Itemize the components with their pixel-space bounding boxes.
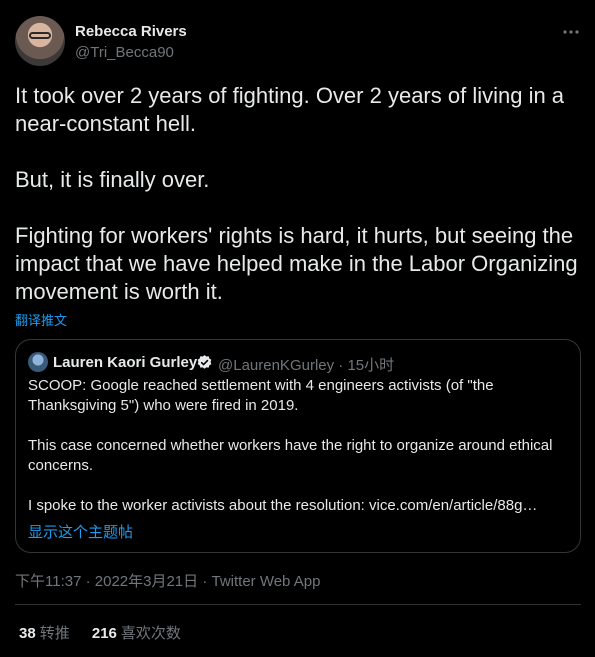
quoted-paragraph: This case concerned whether workers have… [28,437,553,474]
translate-tweet-link[interactable]: 翻译推文 [15,310,67,329]
author-handle[interactable]: @Tri_Becca90 [75,44,174,61]
quoted-tweet-text: SCOOP: Google reached settlement with 4 … [28,376,568,516]
quoted-paragraph: I spoke to the worker activists about th… [28,497,538,514]
tweet-header: Rebecca Rivers @Tri_Becca90 [15,16,581,68]
tweet-timestamp[interactable]: 下午11:37 · 2022年3月21日 · [15,573,211,590]
retweets-stat[interactable]: 38 转推 [19,625,70,642]
author-display-name[interactable]: Rebecca Rivers [75,23,187,40]
quoted-author-avatar [28,352,48,372]
retweets-label: 转推 [39,625,70,642]
quoted-tweet[interactable]: Lauren Kaori Gurley @LaurenKGurley · 15小… [15,339,581,553]
likes-label: 喜欢次数 [120,625,181,642]
quoted-author-display-name: Lauren Kaori Gurley [53,354,198,371]
likes-stat[interactable]: 216 喜欢次数 [92,625,181,642]
tweet-stats: 38 转推 216 喜欢次数 [19,622,199,643]
divider [15,604,581,605]
more-horizontal-icon[interactable] [561,22,581,42]
show-thread-link[interactable]: 显示这个主题帖 [28,521,133,542]
quoted-author-handle-time: @LaurenKGurley · 15小时 [218,357,395,374]
tweet-text: It took over 2 years of fighting. Over 2… [15,83,578,304]
author-avatar[interactable] [15,16,65,66]
likes-count: 216 [91,625,117,642]
verified-badge-icon [196,354,213,371]
tweet: Rebecca Rivers @Tri_Becca90 It took over… [0,0,595,657]
tweet-meta: 下午11:37 · 2022年3月21日 · Twitter Web App [15,570,320,591]
quoted-paragraph: SCOOP: Google reached settlement with 4 … [28,377,494,414]
retweets-count: 38 [19,625,36,642]
tweet-source-app[interactable]: Twitter Web App [211,573,320,590]
